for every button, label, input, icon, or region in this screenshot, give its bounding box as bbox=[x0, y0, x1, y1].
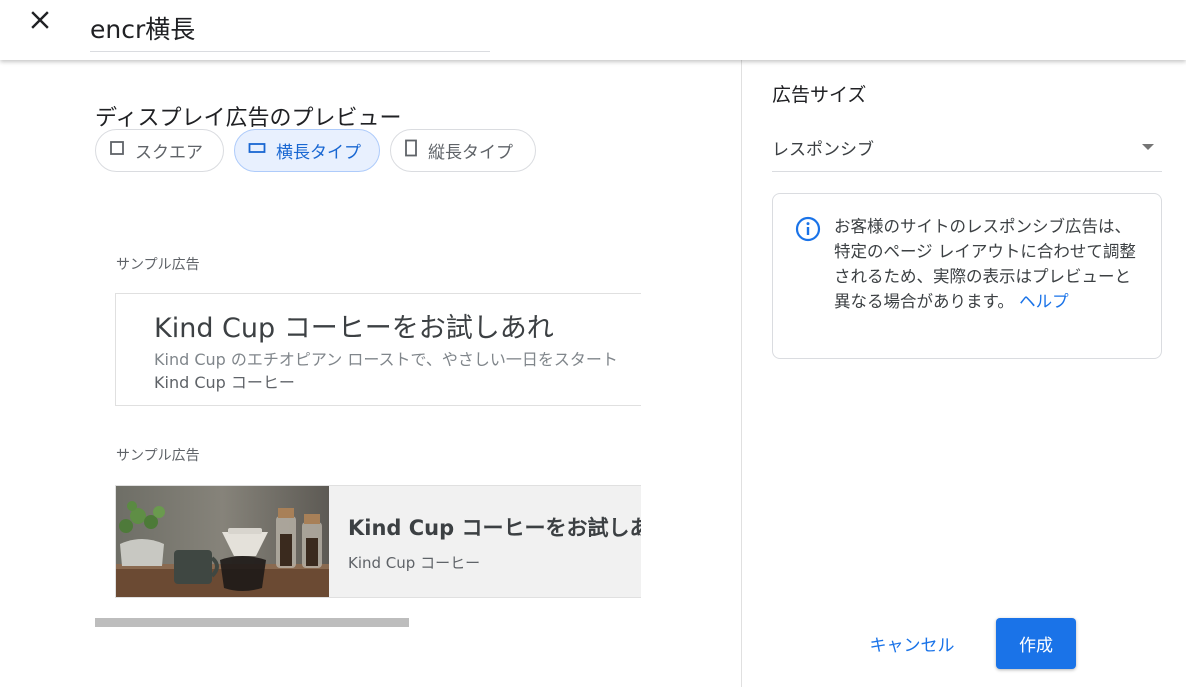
sample-ad-text: Kind Cup コーヒーをお試しあれ Kind Cup のエチオピアン ロース… bbox=[115, 293, 641, 406]
cancel-button[interactable]: キャンセル bbox=[858, 619, 966, 667]
landscape-icon bbox=[248, 140, 266, 161]
chip-landscape[interactable]: 横長タイプ bbox=[234, 129, 380, 172]
ad-size-value: レスポンシブ bbox=[772, 140, 874, 160]
dialog-header bbox=[0, 0, 1186, 60]
ad-name-input[interactable] bbox=[90, 4, 490, 52]
info-message: お客様のサイトのレスポンシブ広告は、特定のページ レイアウトに合わせて調整される… bbox=[834, 217, 1136, 311]
ad-headline: Kind Cup コーヒーをお試しあれ bbox=[348, 516, 641, 540]
panel-divider bbox=[741, 60, 742, 687]
create-button[interactable]: 作成 bbox=[996, 618, 1076, 669]
sample-ad-label: サンプル広告 bbox=[116, 257, 200, 273]
info-text: お客様のサイトのレスポンシブ広告は、特定のページ レイアウトに合わせて調整される… bbox=[834, 214, 1146, 314]
info-box: お客様のサイトのレスポンシブ広告は、特定のページ レイアウトに合わせて調整される… bbox=[772, 193, 1162, 359]
square-icon bbox=[109, 140, 125, 161]
preview-title: ディスプレイ広告のプレビュー bbox=[95, 106, 402, 131]
ad-size-title: 広告サイズ bbox=[772, 84, 867, 106]
chip-square-label: スクエア bbox=[135, 143, 203, 163]
horizontal-scrollbar[interactable] bbox=[95, 618, 409, 627]
ad-description: Kind Cup のエチオピアン ローストで、やさしい一日をスタート bbox=[154, 350, 618, 369]
ad-business-name: Kind Cup コーヒー bbox=[154, 373, 295, 392]
chip-square[interactable]: スクエア bbox=[95, 129, 224, 172]
sample-ad-label: サンプル広告 bbox=[116, 448, 200, 464]
portrait-icon bbox=[404, 139, 418, 162]
close-icon[interactable] bbox=[28, 8, 52, 32]
preview-panel: ディスプレイ広告のプレビュー スクエア 横長タイプ 縦長タイプ サンプル広告 K… bbox=[0, 60, 741, 687]
coffee-image bbox=[116, 486, 329, 597]
chip-landscape-label: 横長タイプ bbox=[276, 143, 361, 163]
chip-portrait-label: 縦長タイプ bbox=[428, 143, 513, 163]
ad-headline: Kind Cup コーヒーをお試しあれ bbox=[154, 313, 554, 344]
info-icon bbox=[795, 216, 821, 242]
ad-business-name: Kind Cup コーヒー bbox=[348, 554, 481, 572]
chip-portrait[interactable]: 縦長タイプ bbox=[390, 129, 536, 172]
sample-ad-image: Kind Cup コーヒーをお試しあれ Kind Cup コーヒー bbox=[115, 485, 641, 598]
close-button[interactable] bbox=[28, 8, 52, 32]
ad-size-dropdown[interactable]: レスポンシブ bbox=[772, 126, 1162, 172]
dropdown-arrow-icon bbox=[1142, 144, 1154, 150]
help-link[interactable]: ヘルプ bbox=[1019, 292, 1069, 311]
